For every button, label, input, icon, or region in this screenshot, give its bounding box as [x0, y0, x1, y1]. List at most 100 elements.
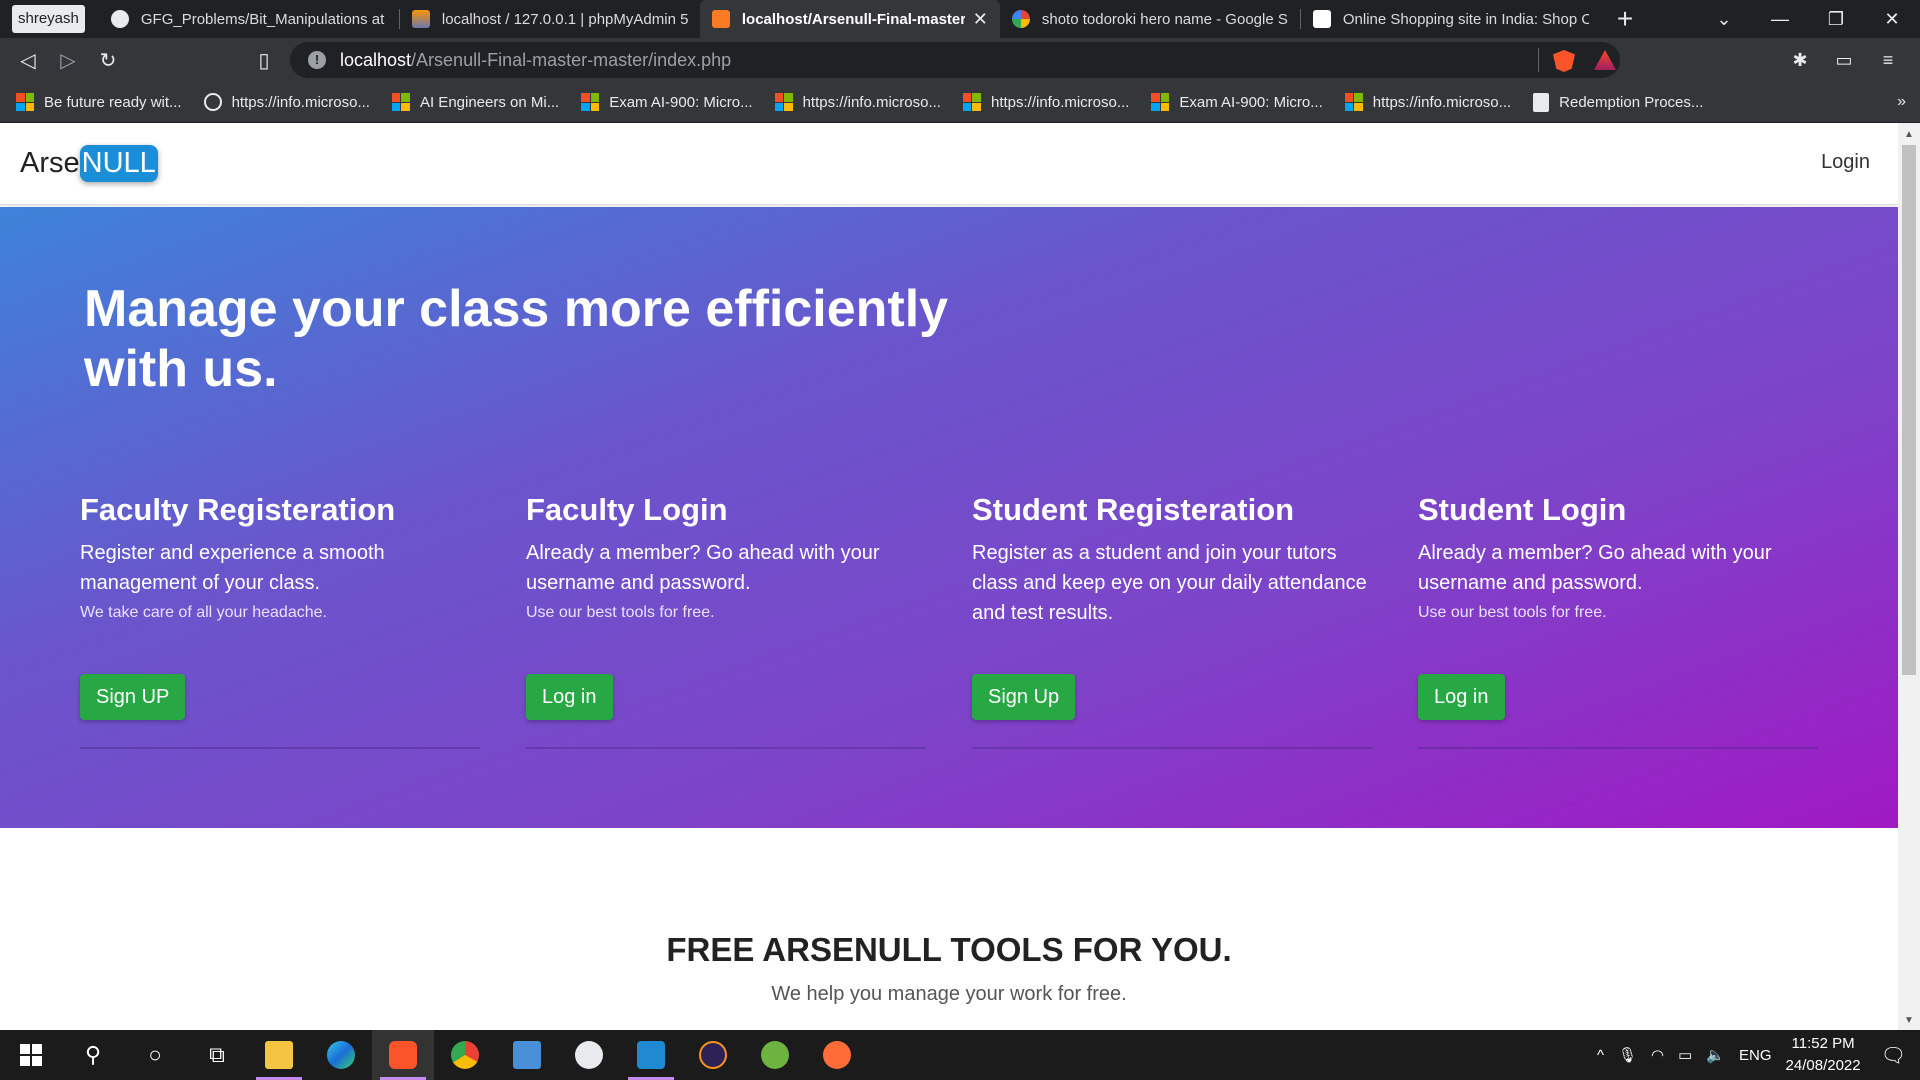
eclipse-icon[interactable]: [682, 1030, 744, 1080]
bookmark-item[interactable]: Exam AI-900: Micro...: [581, 93, 753, 111]
volume-icon[interactable]: 🔈: [1706, 1046, 1725, 1064]
page-scrollbar[interactable]: ▲ ▼: [1898, 123, 1920, 1030]
document-icon: [1533, 92, 1550, 112]
notifications-icon[interactable]: 🗨: [1881, 1043, 1906, 1068]
divider: [972, 747, 1372, 749]
microphone-icon[interactable]: 🎙: [1618, 1046, 1637, 1064]
card-title: Faculty Registeration: [80, 492, 396, 527]
toolbar-actions: ✱ ▭ ≡: [1778, 38, 1910, 82]
forward-icon[interactable]: ▷: [48, 48, 88, 73]
bookmark-icon[interactable]: ▯: [244, 48, 284, 73]
wifi-icon[interactable]: ◠: [1651, 1046, 1664, 1064]
back-icon[interactable]: ◁: [8, 48, 48, 73]
card-note: We take care of all your headache.: [80, 604, 327, 621]
minimize-icon[interactable]: —: [1752, 9, 1808, 30]
tab-google[interactable]: shoto todoroki hero name - Google Se: [1000, 0, 1300, 38]
site-logo[interactable]: Arse NULL: [20, 145, 158, 182]
bookmark-item[interactable]: https://info.microso...: [962, 93, 1129, 111]
search-icon[interactable]: ⚲: [62, 1030, 124, 1080]
phpmyadmin-icon: [411, 10, 430, 28]
xampp-icon: [711, 10, 730, 28]
tab-title: localhost/Arsenull-Final-master-m: [741, 10, 965, 28]
windows-taskbar: ⚲ ○ ⧉ ^ 🎙 ◠ ▭ 🔈 ENG 11:52 PM 24/08/2022 …: [0, 1030, 1920, 1080]
student-login-button[interactable]: Log in: [1418, 674, 1505, 720]
tab-search-icon[interactable]: ⌄: [1696, 9, 1752, 30]
extensions-icon[interactable]: ✱: [1778, 50, 1822, 71]
bookmark-item[interactable]: https://info.microso...: [203, 93, 370, 111]
url-field[interactable]: ! localhost/Arsenull-Final-master-master…: [290, 42, 1620, 78]
bookmark-item[interactable]: Redemption Proces...: [1533, 92, 1703, 112]
tab-github[interactable]: GFG_Problems/Bit_Manipulations at m: [99, 0, 399, 38]
microsoft-icon: [1344, 93, 1363, 111]
tools-subtitle: We help you manage your work for free.: [771, 983, 1127, 1005]
bookmark-item[interactable]: Exam AI-900: Micro...: [1151, 93, 1323, 111]
task-view-icon[interactable]: ⧉: [186, 1030, 248, 1080]
bookmark-item[interactable]: https://info.microso...: [1344, 93, 1511, 111]
bookmark-item[interactable]: AI Engineers on Mi...: [391, 93, 559, 111]
chevron-up-icon[interactable]: ^: [1597, 1047, 1604, 1064]
bookmarks-bar: Be future ready wit... https://info.micr…: [0, 82, 1920, 123]
microsoft-icon: [391, 93, 410, 111]
microsoft-icon: [774, 93, 793, 111]
browser-tab-bar: shreyash GFG_Problems/Bit_Manipulations …: [0, 0, 1920, 38]
microsoft-icon: [16, 93, 34, 111]
tab-amazon[interactable]: Online Shopping site in India: Shop Or: [1301, 0, 1601, 38]
student-signup-button[interactable]: Sign Up: [972, 674, 1076, 720]
tab-arsenull[interactable]: localhost/Arsenull-Final-master-m ✕: [699, 0, 1000, 38]
wallet-icon[interactable]: ▭: [1822, 50, 1866, 71]
clock[interactable]: 11:52 PM 24/08/2022: [1786, 1033, 1861, 1077]
vscode-icon[interactable]: [620, 1030, 682, 1080]
student-login-card: Student Login Already a member? Go ahead…: [1418, 492, 1818, 792]
card-description: Already a member? Go ahead with your use…: [526, 542, 880, 594]
tab-title: localhost / 127.0.0.1 | phpMyAdmin 5.: [441, 10, 688, 28]
battery-icon[interactable]: ▭: [1678, 1046, 1692, 1064]
brave-shields-icon[interactable]: [1553, 50, 1575, 72]
card-note: Use our best tools for free.: [526, 604, 715, 621]
site-navbar: Arse NULL Login: [0, 123, 1898, 205]
maximize-icon[interactable]: ❐: [1808, 9, 1864, 30]
microsoft-icon: [581, 93, 600, 111]
divider: [1418, 747, 1818, 749]
card-description: Register and experience a smooth managem…: [80, 542, 385, 594]
close-tab-icon[interactable]: ✕: [973, 9, 988, 30]
bookmark-item[interactable]: https://info.microso...: [774, 93, 941, 111]
new-tab-button[interactable]: +: [1617, 0, 1633, 38]
site-info-icon[interactable]: !: [308, 51, 326, 69]
more-bookmarks-icon[interactable]: »: [1897, 93, 1906, 111]
postman-icon[interactable]: [806, 1030, 868, 1080]
file-explorer-icon[interactable]: [248, 1030, 310, 1080]
edge-icon[interactable]: [310, 1030, 372, 1080]
hero-title: Manage your class more efficiently with …: [84, 280, 949, 398]
divider: [1538, 48, 1539, 72]
close-window-icon[interactable]: ✕: [1864, 9, 1920, 30]
nav-login-link[interactable]: Login: [1821, 151, 1870, 174]
faculty-registration-card: Faculty Registeration Register and exper…: [80, 492, 480, 792]
card-title: Student Login: [1418, 492, 1627, 527]
chrome-icon[interactable]: [434, 1030, 496, 1080]
faculty-signup-button[interactable]: Sign UP: [80, 674, 186, 720]
clock-time: 11:52 PM: [1791, 1035, 1855, 1052]
address-toolbar: ◁ ▷ ↻ ▯ ! localhost/Arsenull-Final-maste…: [0, 38, 1920, 82]
language-indicator[interactable]: ENG: [1739, 1047, 1772, 1064]
google-icon: [1011, 10, 1030, 28]
mail-icon[interactable]: [496, 1030, 558, 1080]
reload-icon[interactable]: ↻: [88, 48, 128, 73]
tab-phpmyadmin[interactable]: localhost / 127.0.0.1 | phpMyAdmin 5.: [400, 0, 700, 38]
spring-icon[interactable]: [744, 1030, 806, 1080]
logo-highlight: NULL: [79, 145, 158, 182]
faculty-login-button[interactable]: Log in: [526, 674, 613, 720]
brave-icon[interactable]: [372, 1030, 434, 1080]
card-title: Student Registeration: [972, 492, 1295, 527]
menu-icon[interactable]: ≡: [1866, 50, 1910, 71]
scroll-up-icon[interactable]: ▲: [1904, 129, 1914, 140]
microsoft-icon: [962, 93, 981, 111]
wordpad-icon[interactable]: [558, 1030, 620, 1080]
profile-button[interactable]: shreyash: [12, 5, 85, 33]
bookmark-item[interactable]: Be future ready wit...: [16, 93, 182, 111]
tools-title: FREE ARSENULL TOOLS FOR YOU.: [666, 931, 1232, 968]
card-description: Register as a student and join your tuto…: [972, 542, 1367, 624]
cortana-icon[interactable]: ○: [124, 1030, 186, 1080]
start-icon[interactable]: [0, 1030, 62, 1080]
scrollbar-thumb[interactable]: [1902, 145, 1916, 675]
scroll-down-icon[interactable]: ▼: [1904, 1015, 1914, 1026]
